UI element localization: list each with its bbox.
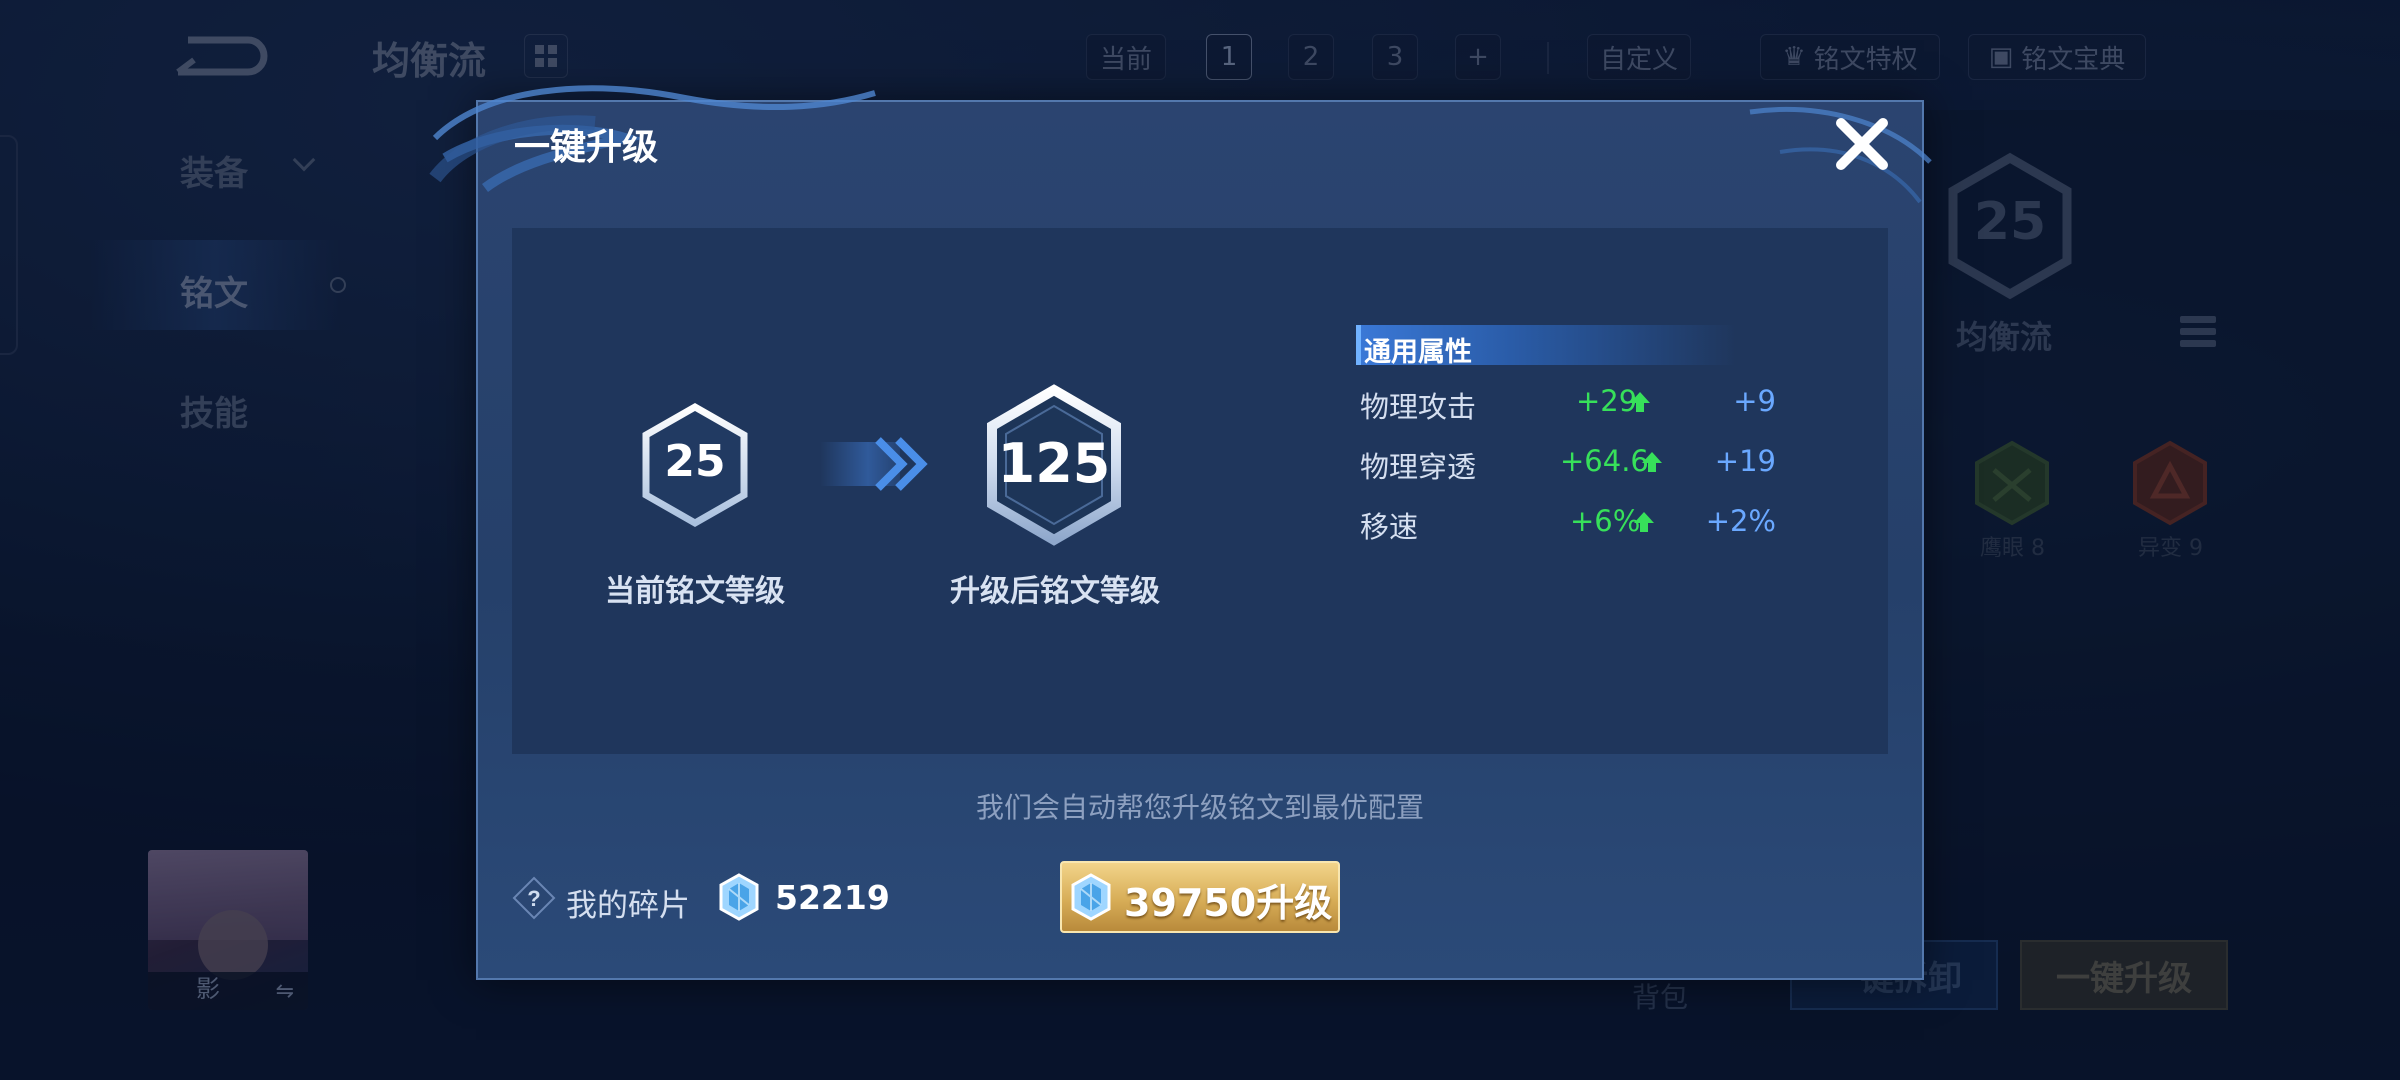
upgraded-level-value: 125 bbox=[997, 432, 1111, 495]
my-shards-value: 52219 bbox=[775, 878, 890, 917]
attr-name: 移速 bbox=[1360, 510, 1419, 544]
dialog-title: 一键升级 bbox=[514, 127, 659, 168]
attr-name: 物理攻击 bbox=[1360, 390, 1477, 424]
attr-total: +19 bbox=[1714, 444, 1776, 478]
current-level-value: 25 bbox=[664, 436, 726, 487]
attr-delta: +6% bbox=[1570, 504, 1641, 538]
svg-text:?: ? bbox=[527, 886, 540, 911]
upgraded-level-label: 升级后铭文等级 bbox=[950, 574, 1160, 609]
attr-total: +9 bbox=[1733, 384, 1776, 418]
close-icon[interactable] bbox=[1833, 115, 1891, 173]
upgrade-button-label[interactable]: 39750升级 bbox=[1124, 872, 1332, 927]
current-level-label: 当前铭文等级 bbox=[605, 574, 785, 609]
question-icon[interactable]: ? bbox=[512, 876, 556, 920]
up-arrow-icon bbox=[1630, 392, 1650, 412]
up-arrow-icon bbox=[1634, 512, 1654, 532]
my-shards-label: 我的碎片 bbox=[566, 888, 690, 924]
attr-name: 物理穿透 bbox=[1360, 450, 1477, 484]
attr-total: +2% bbox=[1705, 504, 1776, 538]
attr-delta: +64.6 bbox=[1560, 444, 1649, 478]
crystal-icon bbox=[1071, 873, 1111, 921]
auto-upgrade-tip: 我们会自动帮您升级铭文到最优配置 bbox=[975, 791, 1424, 824]
crystal-icon bbox=[719, 873, 759, 921]
double-chevron-right-icon bbox=[820, 437, 928, 491]
attributes-header: 通用属性 bbox=[1364, 337, 1472, 368]
